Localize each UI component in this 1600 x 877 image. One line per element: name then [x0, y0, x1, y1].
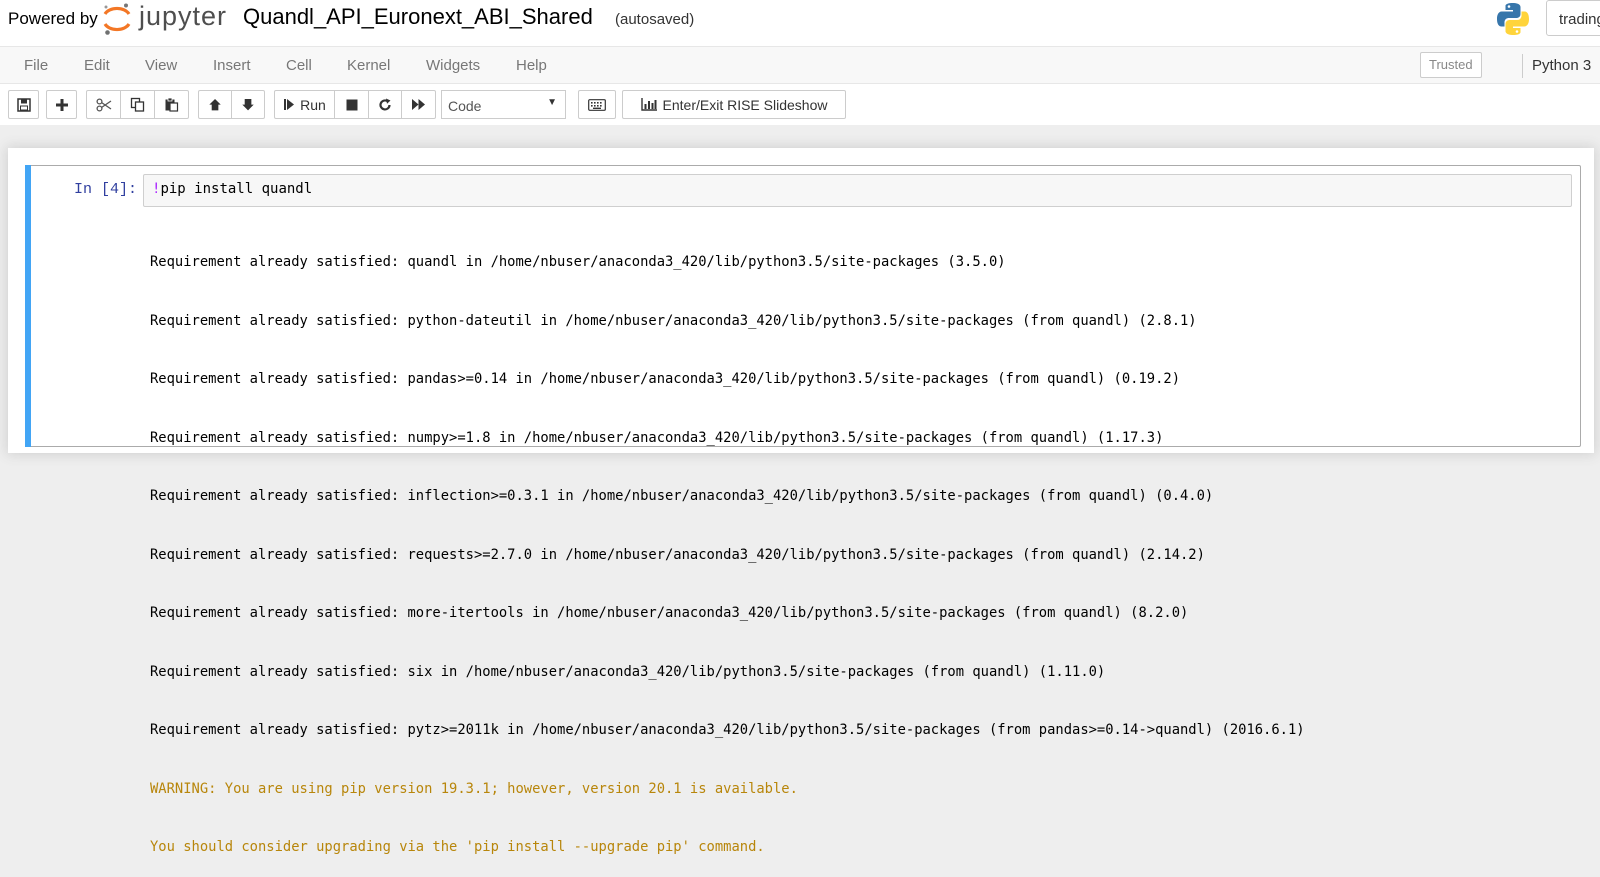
output-line: Requirement already satisfied: numpy>=1.…	[150, 429, 1164, 446]
arrow-up-icon	[209, 98, 221, 110]
menu-edit[interactable]: Edit	[84, 57, 110, 74]
autosave-status: (autosaved)	[615, 11, 695, 28]
menu-help[interactable]: Help	[516, 57, 547, 74]
input-prompt: In [4]:	[74, 181, 138, 198]
rise-slideshow-label: Enter/Exit RISE Slideshow	[662, 96, 828, 113]
output-line: Requirement already satisfied: pandas>=0…	[150, 371, 1180, 387]
menu-cell[interactable]: Cell	[286, 57, 312, 74]
keyboard-icon	[588, 98, 606, 111]
header-bar: Powered by jupyter Quandl_API_Euronext_A…	[0, 0, 1600, 38]
menu-widgets[interactable]: Widgets	[426, 57, 480, 74]
menu-file[interactable]: File	[24, 57, 48, 74]
insert-cell-button[interactable]	[46, 90, 77, 119]
notebook-name[interactable]: Quandl_API_Euronext_ABI_Shared	[243, 4, 593, 30]
bar-chart-icon	[640, 98, 657, 111]
restart-run-all-button[interactable]	[401, 90, 436, 119]
trusted-indicator[interactable]: Trusted	[1420, 52, 1482, 78]
output-line: Requirement already satisfied: pytz>=201…	[150, 722, 1305, 738]
run-button[interactable]: Run	[274, 90, 335, 119]
powered-by-label: Powered by	[8, 9, 98, 28]
cell-selected-indicator	[25, 165, 31, 447]
header: Powered by jupyter Quandl_API_Euronext_A…	[0, 0, 1600, 125]
copy-icon	[130, 97, 145, 112]
fast-forward-icon	[412, 99, 425, 110]
restart-kernel-button[interactable]	[368, 90, 402, 119]
jupyter-logo-icon[interactable]	[102, 2, 132, 36]
arrow-down-icon	[242, 98, 254, 110]
refresh-icon	[379, 98, 391, 111]
save-button[interactable]	[8, 90, 39, 119]
output-line: Requirement already satisfied: quandl in…	[150, 254, 1006, 270]
python-logo-icon	[1497, 3, 1529, 35]
kernel-name-box[interactable]: trading	[1546, 0, 1600, 36]
plus-icon	[55, 98, 68, 111]
jupyter-logo-text[interactable]: jupyter	[139, 1, 227, 32]
copy-button[interactable]	[120, 90, 155, 119]
menubar: File Edit View Insert Cell Kernel Widget…	[0, 46, 1600, 84]
warning-line: You should consider upgrading via the 'p…	[150, 839, 765, 855]
output-line: Requirement already satisfied: six in /h…	[150, 663, 1106, 680]
output-line: Requirement already satisfied: inflectio…	[150, 488, 1214, 504]
toolbar: Run Code ▼ Enter/Exit RISE Slideshow	[0, 90, 1600, 120]
clipboard-icon	[165, 97, 179, 112]
command-palette-button[interactable]	[578, 90, 616, 119]
move-cell-up-button[interactable]	[198, 90, 232, 119]
cut-button[interactable]	[86, 90, 121, 119]
output-line: Requirement already satisfied: python-da…	[150, 312, 1197, 329]
move-cell-down-button[interactable]	[231, 90, 265, 119]
output-line: Requirement already satisfied: requests>…	[150, 546, 1205, 563]
floppy-disk-icon	[16, 97, 31, 112]
menu-kernel[interactable]: Kernel	[347, 57, 390, 74]
menu-view[interactable]: View	[145, 57, 177, 74]
menu-insert[interactable]: Insert	[213, 57, 251, 74]
paste-button[interactable]	[154, 90, 189, 119]
run-button-label: Run	[300, 96, 326, 113]
output-line: Requirement already satisfied: more-iter…	[150, 605, 1189, 621]
caret-down-icon: ▼	[547, 97, 557, 108]
interrupt-kernel-button[interactable]	[334, 90, 369, 119]
step-forward-icon	[284, 99, 295, 110]
kernel-indicator[interactable]: Python 3	[1532, 57, 1591, 74]
cell-output: Requirement already satisfied: quandl in…	[150, 214, 1570, 877]
rise-slideshow-button[interactable]: Enter/Exit RISE Slideshow	[622, 90, 846, 119]
warning-line: WARNING: You are using pip version 19.3.…	[150, 780, 798, 797]
scissors-icon	[95, 97, 111, 112]
code-input[interactable]: !pip install quandl	[143, 174, 1572, 207]
stop-icon	[346, 99, 357, 110]
kernel-separator	[1522, 54, 1523, 78]
cell-type-select[interactable]: Code ▼	[441, 90, 566, 119]
code-text: pip install quandl	[160, 181, 313, 197]
cell-type-value: Code	[448, 98, 482, 114]
